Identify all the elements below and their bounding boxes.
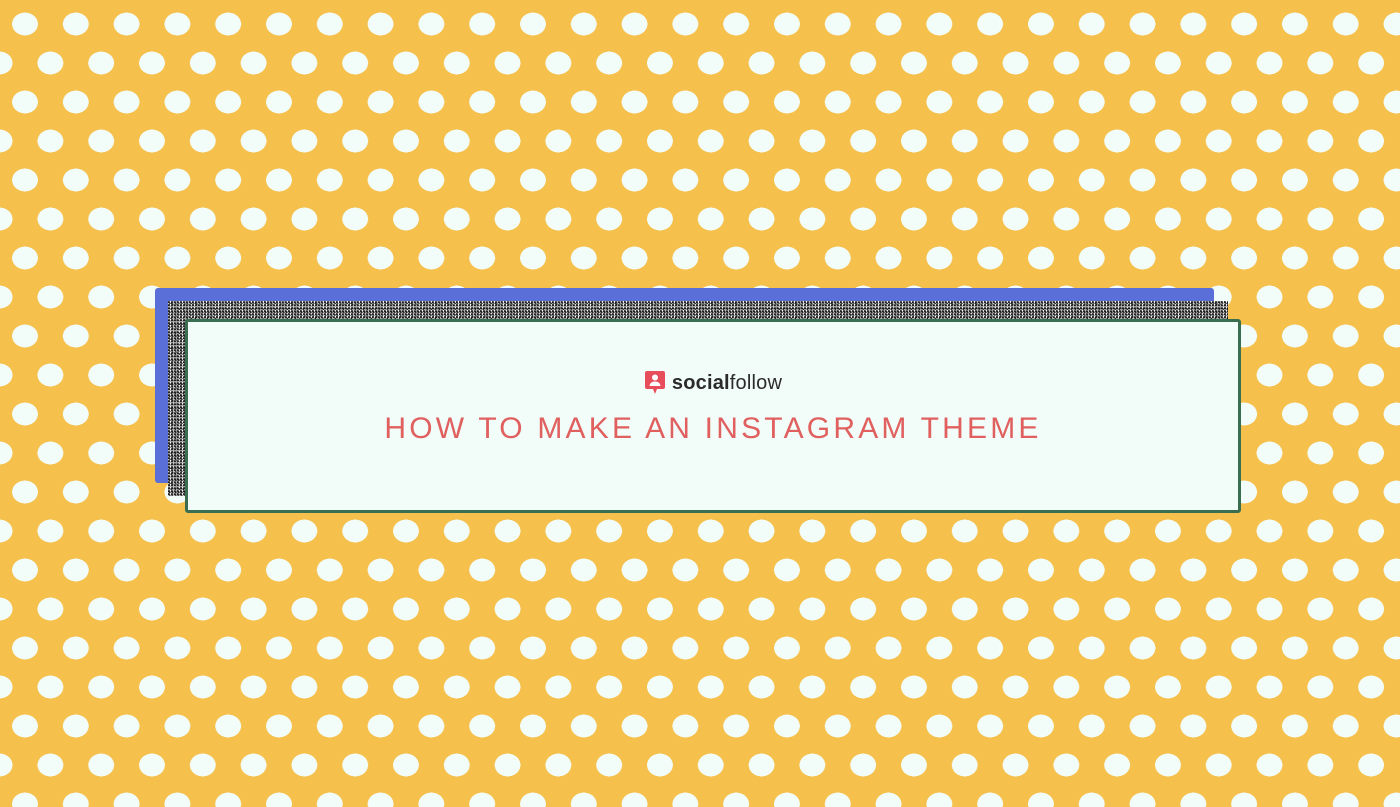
polka-dot-background: socialfollow HOW TO MAKE AN INSTAGRAM TH…: [0, 0, 1400, 807]
brand-name-light: follow: [729, 372, 783, 394]
chat-bubble-person-icon: [644, 370, 666, 396]
socialfollow-logo: socialfollow: [188, 370, 1238, 396]
brand-name: socialfollow: [672, 373, 782, 393]
brand-name-bold: social: [671, 372, 730, 394]
headline: HOW TO MAKE AN INSTAGRAM THEME: [384, 412, 1042, 445]
title-card: socialfollow HOW TO MAKE AN INSTAGRAM TH…: [185, 319, 1241, 513]
